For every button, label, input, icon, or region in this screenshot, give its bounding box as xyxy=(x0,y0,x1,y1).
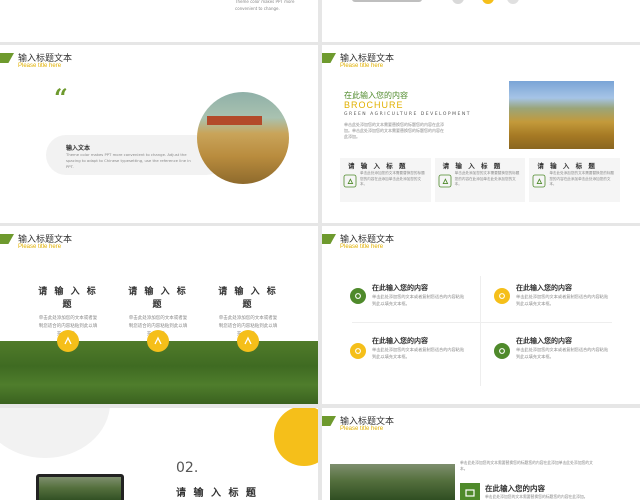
header-mark xyxy=(322,53,336,63)
feature-card-body: 单击此处添加您的文本需要替换您的标题您的内容在此添加单击此处添加您的文本。 xyxy=(454,171,520,186)
card-title: 输入文本 xyxy=(66,145,91,152)
brochure-word: BROCHURE xyxy=(344,100,404,110)
hand-icon xyxy=(350,288,366,304)
laptop-screen xyxy=(36,474,124,500)
feature-card: 请 输 入 标 题 单击此处添加您的文本需要替换您的标题您的内容在此添加单击此处… xyxy=(529,158,621,202)
slide-subtitle: Please title here xyxy=(18,244,62,250)
grid-item-body: 单击此处添加您的文本或者复制您适合的内容粘贴到此以填充文本框。 xyxy=(516,294,609,306)
brochure-body: 单击此处添加您的文本需要替换您的标题您的内容在此添加。单击此处添加您的文本需要替… xyxy=(344,122,444,139)
slide-grid: 输入标题文本 Please title here 在此输入您的内容 单击此处添加… xyxy=(322,226,640,404)
hand-icon xyxy=(532,174,546,188)
hand-icon xyxy=(438,174,452,188)
feature-card-title: 请 输 入 标 题 xyxy=(442,162,503,170)
grid-item-body: 单击此处添加您的文本或者复制您适合的内容粘贴到此以填充文本框。 xyxy=(516,347,609,359)
decor-circle-gray xyxy=(0,408,110,458)
header-mark xyxy=(0,234,14,244)
grid-divider-v xyxy=(480,276,481,386)
terrace-photo xyxy=(509,81,614,149)
feature-card: 请 输 入 标 题 单击此处添加您的文本需要替换您的标题您的内容在此添加单击此处… xyxy=(340,158,431,202)
valley-photo xyxy=(330,464,455,500)
wheat-photo xyxy=(197,92,289,184)
header-mark xyxy=(0,53,14,63)
slide-last: 输入标题文本 Please title here 单击此处添加您的文本需要替换您… xyxy=(322,408,640,500)
slide-subtitle: Please title here xyxy=(340,63,384,69)
decor-dot-gray2 xyxy=(507,0,519,4)
feature-card-title: 请 输 入 标 题 xyxy=(348,162,408,170)
slide-subtitle: Please title here xyxy=(340,426,384,432)
slide-quote: 输入标题文本 Please title here “ 输入文本 Theme co… xyxy=(0,45,318,223)
last-body: 单击此处添加您的文本需要替换您的标题您的内容在此添加单击此处添加您的文本。 xyxy=(460,460,593,471)
slide-top-left: Theme color makes PPT more convenient to… xyxy=(0,0,318,42)
feature-card-body: 单击此处添加您的文本需要替换您的标题您的内容在此添加单击此处添加您的文本。 xyxy=(549,171,615,186)
card-row: 请 输 入 标 题 单击此处添加您的文本需要替换您的标题您的内容在此添加单击此处… xyxy=(340,158,621,202)
top-left-text: Theme color makes PPT more convenient to… xyxy=(235,0,295,11)
slide-subtitle: Please title here xyxy=(18,63,62,69)
hand-icon xyxy=(147,330,169,352)
quote-icon: “ xyxy=(54,83,68,112)
grid-item-title: 在此输入您的内容 xyxy=(516,337,572,345)
feature-card-title: 请 输 入 标 题 xyxy=(537,162,597,170)
decor-dot-yellow xyxy=(482,0,494,4)
column-title: 请 输 入 标 题 xyxy=(218,287,278,310)
hand-icon xyxy=(237,330,259,352)
slide-subtitle: Please title here xyxy=(340,244,384,250)
slide-top-right xyxy=(322,0,640,42)
laptop-photo xyxy=(39,477,121,500)
column-title: 请 输 入 标 题 xyxy=(128,287,188,310)
card-body: Theme color makes PPT more convenient to… xyxy=(66,152,191,169)
decor-dot-gray xyxy=(452,0,464,4)
decor-bar xyxy=(352,0,422,2)
header-mark xyxy=(322,234,336,244)
device-icon xyxy=(460,483,480,500)
feature-card: 请 输 入 标 题 单击此处添加您的文本需要替换您的标题您的内容在此添加单击此处… xyxy=(434,158,526,202)
slide-three-columns: 输入标题文本 Please title here 请 输 入 标 题 单击此处添… xyxy=(0,226,318,404)
hand-icon xyxy=(494,343,510,359)
last-body2: 单击此处添加您的文本需要替换您的标题您的内容在此添加。 xyxy=(485,494,588,499)
grid-item-body: 单击此处添加您的文本或者复制您适合的内容粘贴到此以填充文本框。 xyxy=(372,294,465,306)
column-title: 请 输 入 标 题 xyxy=(38,287,98,310)
header-mark xyxy=(322,416,336,426)
decor-circle-yellow xyxy=(274,408,318,466)
hand-icon xyxy=(57,330,79,352)
hand-icon xyxy=(350,343,366,359)
feature-card-body: 单击此处添加您的文本需要替换您的标题您的内容在此添加单击此处添加您的文本。 xyxy=(360,171,425,186)
grid-divider-h xyxy=(352,322,612,323)
grid-item-title: 在此输入您的内容 xyxy=(372,284,428,292)
hand-icon xyxy=(494,288,510,304)
grid-item-title: 在此输入您的内容 xyxy=(372,337,428,345)
hand-icon xyxy=(343,174,357,188)
harvester xyxy=(207,116,262,125)
section-number: 02. xyxy=(176,460,199,476)
grid-item-title: 在此输入您的内容 xyxy=(516,284,572,292)
grid-item-body: 单击此处添加您的文本或者复制您适合的内容粘贴到此以填充文本框。 xyxy=(372,347,465,359)
section-title: 请 输 入 标 题 xyxy=(176,488,258,499)
slide-brochure: 输入标题文本 Please title here 在此输入您的内容 BROCHU… xyxy=(322,45,640,223)
slide-section: 02. 请 输 入 标 题 xyxy=(0,408,318,500)
brochure-tagline: GREEN AGRICULTURE DEVELOPMENT xyxy=(344,112,471,117)
